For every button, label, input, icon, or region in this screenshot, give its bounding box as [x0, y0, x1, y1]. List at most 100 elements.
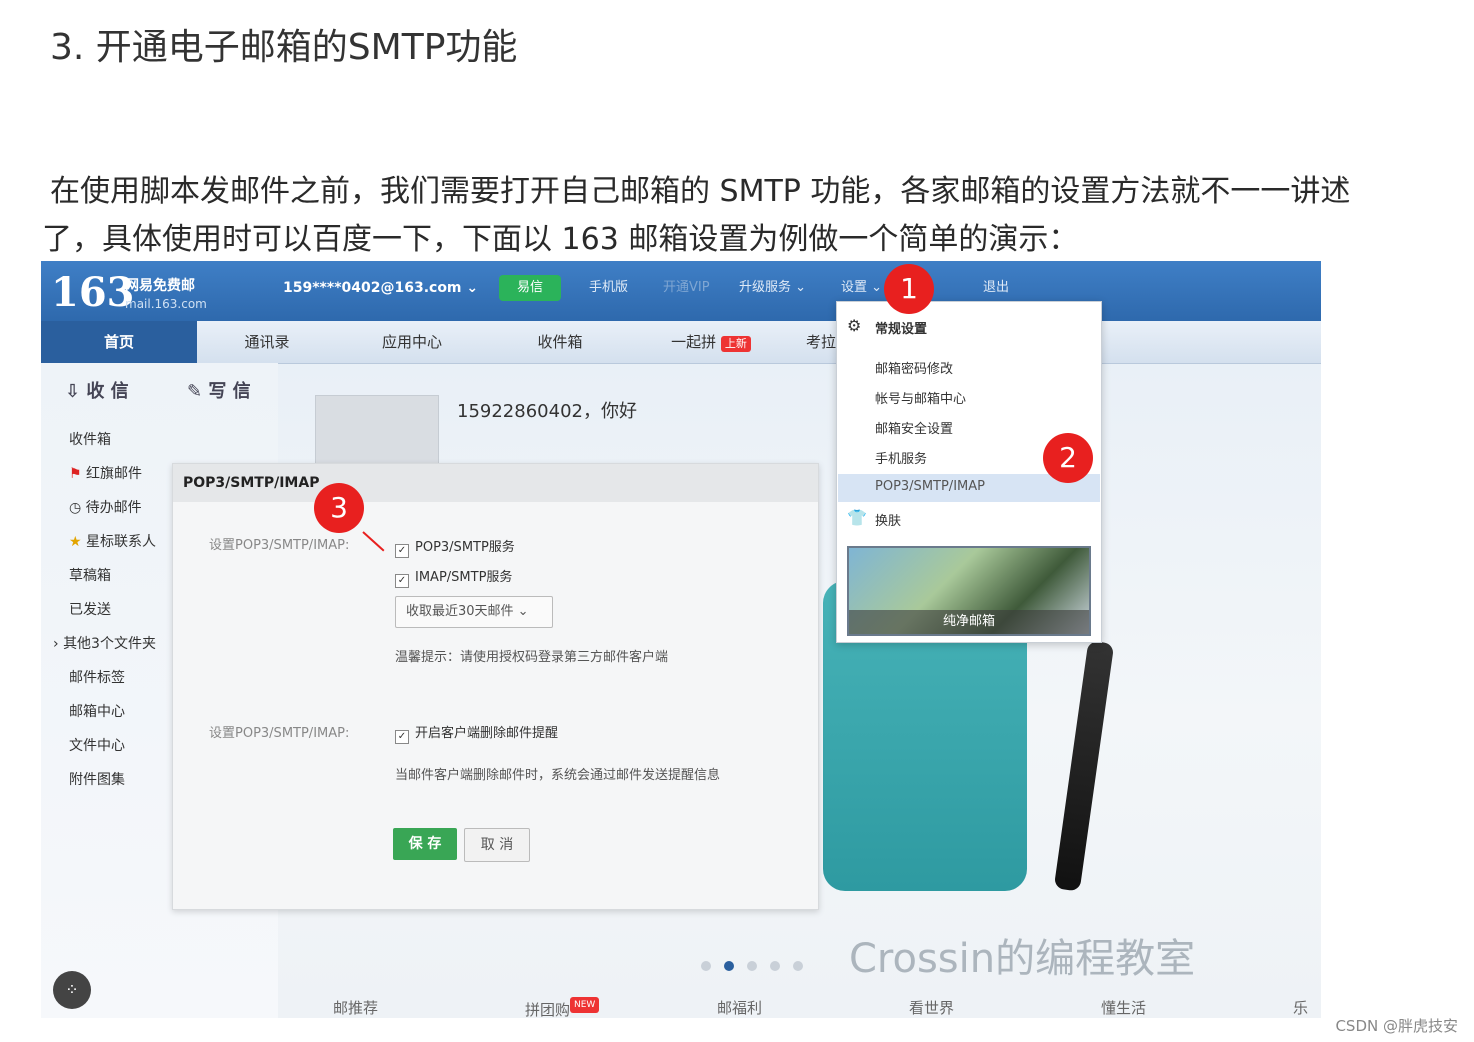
password-item[interactable]: 邮箱密码修改 [875, 358, 953, 377]
tab-contacts[interactable]: 通讯录 [197, 321, 337, 363]
marker-2: 2 [1043, 433, 1093, 483]
general-settings-item[interactable]: 常规设置 [875, 318, 927, 337]
mail-screenshot: 163 网易免费邮 mail.163.com 159****0402@163.c… [41, 261, 1321, 1018]
folder-inbox[interactable]: 收件箱 [69, 429, 111, 449]
knife-image [1053, 640, 1115, 892]
tab-more[interactable]: 考拉 [801, 321, 841, 363]
csdn-credit: CSDN @胖虎技安 [1335, 1017, 1458, 1035]
new-badge: 上新 [720, 336, 751, 352]
logo-name: 网易免费邮 [125, 278, 195, 294]
yixin-button[interactable]: 易信 [499, 275, 561, 301]
folder-attachments[interactable]: 附件图集 [69, 769, 125, 789]
carousel-dot[interactable] [770, 961, 780, 971]
imap-checkbox[interactable]: ✓ IMAP/SMTP服务 [395, 566, 512, 588]
folder-file-center[interactable]: 文件中心 [69, 735, 125, 755]
check-icon: ✓ [395, 574, 409, 588]
setting-label-1: 设置POP3/SMTP/IMAP: [209, 538, 350, 553]
fetch-range-select[interactable]: 收取最近30天邮件 ⌄ [395, 596, 553, 628]
folder-todo[interactable]: ◷ 待办邮件 [69, 497, 142, 517]
new-badge: NEW [570, 997, 600, 1013]
receive-button[interactable]: ⇩ 收 信 [65, 377, 129, 403]
folder-sent[interactable]: 已发送 [69, 599, 111, 619]
app-launcher-icon[interactable]: ⁘ [53, 971, 91, 1009]
folder-drafts[interactable]: 草稿箱 [69, 565, 111, 585]
tab-pin[interactable]: 一起拼 上新 [651, 321, 771, 363]
carousel-dot[interactable] [701, 961, 711, 971]
carousel-dot[interactable] [793, 961, 803, 971]
pop3-checkbox[interactable]: ✓ POP3/SMTP服务 [395, 536, 515, 558]
save-button[interactable]: 保 存 [393, 828, 457, 860]
tab-apps[interactable]: 应用中心 [337, 321, 487, 363]
skin-item[interactable]: 换肤 [875, 510, 901, 529]
delete-notify-label: 开启客户端删除邮件提醒 [415, 726, 559, 741]
folder-flagged[interactable]: ⚑ 红旗邮件 [69, 463, 142, 483]
vip-link[interactable]: 开通VIP [663, 276, 710, 295]
pop3-smtp-imap-item[interactable]: POP3/SMTP/IMAP [875, 479, 985, 494]
logo-domain: mail.163.com [125, 297, 207, 311]
paragraph-line-1: 在使用脚本发邮件之前，我们需要打开自己邮箱的 SMTP 功能，各家邮箱的设置方法… [50, 174, 1351, 209]
footer-tab-fun[interactable]: 乐 [1293, 997, 1308, 1018]
mail-topbar: 163 网易免费邮 mail.163.com 159****0402@163.c… [41, 261, 1321, 321]
tab-home[interactable]: 首页 [41, 321, 197, 363]
write-button[interactable]: ✎ 写 信 [187, 377, 251, 403]
delete-notify-checkbox[interactable]: ✓ 开启客户端删除邮件提醒 [395, 722, 558, 744]
avatar [315, 395, 439, 467]
security-item[interactable]: 邮箱安全设置 [875, 418, 953, 437]
account-center-item[interactable]: 帐号与邮箱中心 [875, 388, 966, 407]
watermark: Crossin的编程教室 [849, 936, 1196, 982]
write-label: 写 信 [208, 381, 251, 402]
folder-tags[interactable]: 邮件标签 [69, 667, 125, 687]
footer-tab-world[interactable]: 看世界 [909, 997, 954, 1018]
pop3-label: POP3/SMTP服务 [415, 540, 515, 555]
skin-banner[interactable]: 纯净邮箱 [847, 546, 1091, 636]
gear-icon: ⚙ [847, 316, 862, 335]
check-icon: ✓ [395, 730, 409, 744]
check-icon: ✓ [395, 544, 409, 558]
download-icon: ⇩ [65, 381, 81, 402]
mail-navbar: 首页 通讯录 应用中心 收件箱 一起拼 上新 考拉 [41, 321, 1321, 364]
imap-label: IMAP/SMTP服务 [415, 570, 513, 585]
dialog-title: POP3/SMTP/IMAP [173, 464, 818, 502]
carousel-dots[interactable] [701, 959, 816, 975]
exit-link[interactable]: 退出 [983, 276, 1009, 295]
chevron-right-icon: › [53, 636, 59, 652]
shirt-icon: 👕 [847, 508, 867, 527]
clock-icon: ◷ [69, 500, 82, 516]
account-menu[interactable]: 159****0402@163.com ⌄ [283, 280, 478, 296]
edit-icon: ✎ [187, 381, 203, 402]
upgrade-link[interactable]: 升级服务 ⌄ [739, 276, 806, 295]
mobile-service-item[interactable]: 手机服务 [875, 448, 927, 467]
tab-inbox[interactable]: 收件箱 [487, 321, 633, 363]
tab-pin-label: 一起拼 [671, 333, 717, 351]
folder-others-label: 其他3个文件夹 [63, 636, 156, 652]
carousel-dot[interactable] [747, 961, 757, 971]
greeting: 15922860402，你好 [457, 401, 637, 422]
receive-label: 收 信 [86, 381, 129, 402]
carousel-dot-active[interactable] [724, 961, 734, 971]
folder-flagged-label: 红旗邮件 [86, 466, 143, 482]
marker-1: 1 [884, 264, 934, 314]
footer-tab-group-buy-label: 拼团购 [525, 1001, 571, 1018]
star-icon: ★ [69, 534, 82, 550]
footer-tab-group-buy[interactable]: 拼团购 NEW [525, 997, 600, 1018]
setting-label-2: 设置POP3/SMTP/IMAP: [209, 726, 350, 741]
paragraph-line-2: 了，具体使用时可以百度一下，下面以 163 邮箱设置为例做一个简单的演示： [42, 222, 1079, 257]
folder-starred-label: 星标联系人 [86, 534, 157, 550]
folder-mail-center[interactable]: 邮箱中心 [69, 701, 125, 721]
pop3-settings-dialog: POP3/SMTP/IMAP 设置POP3/SMTP/IMAP: ✓ POP3/S… [172, 463, 819, 910]
delete-notify-tip: 当邮件客户端删除邮件时，系统会通过邮件发送提醒信息 [395, 768, 721, 783]
folder-todo-label: 待办邮件 [85, 500, 142, 516]
folder-others[interactable]: › 其他3个文件夹 [53, 633, 156, 653]
footer-tab-life[interactable]: 懂生活 [1101, 997, 1146, 1018]
folder-starred[interactable]: ★ 星标联系人 [69, 531, 156, 551]
skin-banner-caption: 纯净邮箱 [849, 610, 1089, 634]
page-heading: 3. 开通电子邮箱的SMTP功能 [50, 27, 518, 68]
settings-link[interactable]: 设置 ⌄ [841, 276, 882, 295]
mobile-link[interactable]: 手机版 [589, 276, 628, 295]
footer-tab-recommend[interactable]: 邮推荐 [333, 997, 378, 1018]
logo-number: 163 [51, 269, 135, 316]
cancel-button[interactable]: 取 消 [464, 828, 530, 862]
auth-code-tip: 温馨提示：请使用授权码登录第三方邮件客户端 [395, 650, 669, 665]
intro-paragraph: 在使用脚本发邮件之前，我们需要打开自己邮箱的 SMTP 功能，各家邮箱的设置方法… [42, 168, 1447, 264]
footer-tab-welfare[interactable]: 邮福利 [717, 997, 762, 1018]
